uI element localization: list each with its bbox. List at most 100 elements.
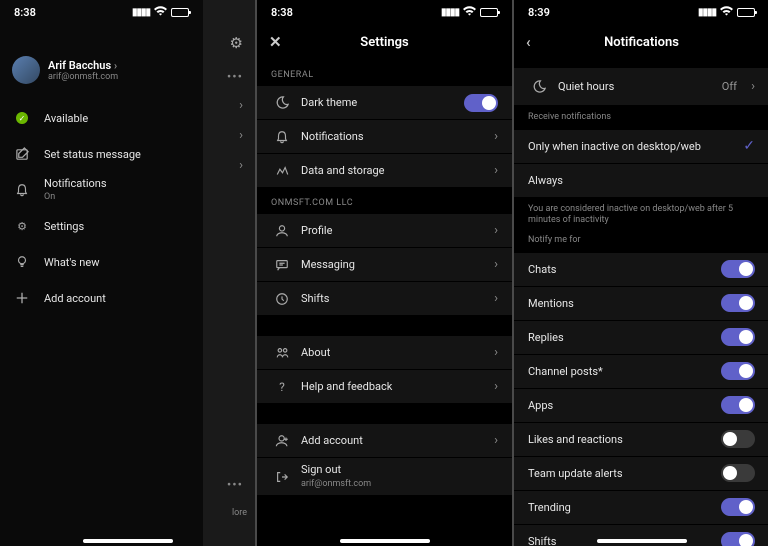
home-indicator[interactable] — [597, 539, 687, 543]
chevron-right-icon: › — [486, 257, 498, 272]
row-label: Add account — [293, 434, 486, 447]
signal-icon: ▮▮▮▮ — [441, 7, 459, 18]
settings-row-data-storage[interactable]: Data and storage › — [257, 154, 512, 188]
option-label: Always — [528, 174, 755, 187]
sidebar-item-label: Notifications — [44, 177, 107, 190]
edit-icon — [14, 146, 30, 162]
toggle[interactable] — [721, 294, 755, 312]
settings-row-shifts[interactable]: Shifts › — [257, 282, 512, 316]
toggle[interactable] — [721, 532, 755, 546]
settings-row-add-account[interactable]: Add account › — [257, 424, 512, 458]
settings-row-about[interactable]: About › — [257, 336, 512, 370]
clock: 8:38 — [271, 6, 293, 19]
section-header-general: GENERAL — [257, 60, 512, 86]
data-icon — [271, 164, 293, 178]
chevron-right-icon: › — [486, 163, 498, 178]
option-inactive-only[interactable]: Only when inactive on desktop/web ✓ — [514, 130, 768, 164]
battery-icon — [737, 8, 755, 17]
battery-icon — [480, 8, 498, 17]
avatar — [12, 56, 40, 84]
shifts-icon — [271, 292, 293, 306]
toggle[interactable] — [721, 498, 755, 516]
settings-row-messaging[interactable]: Messaging › — [257, 248, 512, 282]
moon-icon — [528, 79, 550, 94]
background-chat-list: ⚙ ••• › › › ••• lore — [203, 0, 255, 546]
chat-icon — [271, 258, 293, 272]
bell-icon — [14, 182, 30, 198]
home-indicator[interactable] — [340, 539, 430, 543]
check-icon: ✓ — [741, 138, 755, 154]
section-header-org: ONMSFT.COM LLC — [257, 188, 512, 214]
home-indicator[interactable] — [83, 539, 173, 543]
gear-icon[interactable]: ⚙ — [230, 34, 243, 52]
sidebar-item-status-message[interactable]: Set status message — [0, 136, 203, 172]
more-label: lore — [232, 508, 247, 518]
toggle[interactable] — [721, 362, 755, 380]
wifi-icon — [463, 6, 476, 19]
toggle[interactable] — [721, 396, 755, 414]
settings-row-profile[interactable]: Profile › — [257, 214, 512, 248]
row-label: Profile — [293, 224, 486, 237]
row-label: About — [293, 346, 486, 359]
row-label: Messaging — [293, 258, 486, 271]
bell-icon — [271, 130, 293, 144]
chevron-right-icon: › — [486, 223, 498, 238]
back-button[interactable]: ‹ — [526, 33, 531, 51]
row-quiet-hours[interactable]: Quiet hours Off › — [514, 68, 768, 106]
more-dots-icon[interactable]: ••• — [227, 70, 243, 85]
sidebar-item-notifications[interactable]: Notifications On — [0, 172, 203, 208]
toggle-row-chats[interactable]: Chats — [514, 253, 768, 287]
wifi-icon — [720, 6, 733, 19]
gear-icon: ⚙ — [14, 218, 30, 234]
row-label: Help and feedback — [293, 380, 486, 393]
signal-icon: ▮▮▮▮ — [698, 7, 716, 18]
section-header-notify: Notify me for — [514, 233, 768, 253]
titlebar: ‹ Notifications — [514, 24, 768, 60]
toggle-row-trending[interactable]: Trending — [514, 491, 768, 525]
row-label: Mentions — [528, 297, 721, 310]
row-label: Dark theme — [293, 96, 464, 109]
row-label: Replies — [528, 331, 721, 344]
titlebar: ✕ Settings — [257, 24, 512, 60]
moon-icon — [271, 95, 293, 110]
signout-icon — [271, 470, 293, 484]
settings-row-sign-out[interactable]: Sign out arif@onmsft.com — [257, 458, 512, 496]
settings-row-help[interactable]: ? Help and feedback › — [257, 370, 512, 404]
profile-header[interactable]: Arif Bacchus › arif@onmsft.com — [0, 24, 203, 100]
status-bar: 8:38 ▮▮▮▮ — [257, 0, 512, 24]
sidebar-item-label: What's new — [44, 256, 99, 269]
toggle-row-mentions[interactable]: Mentions — [514, 287, 768, 321]
toggle-row-likes-and-reactions[interactable]: Likes and reactions — [514, 423, 768, 457]
more-dots-icon[interactable]: ••• — [227, 478, 243, 493]
toggle[interactable] — [721, 464, 755, 482]
settings-row-dark-theme[interactable]: Dark theme — [257, 86, 512, 120]
sidebar-item-whatsnew[interactable]: What's new — [0, 244, 203, 280]
sidebar-item-label: Set status message — [44, 148, 141, 161]
toggle-row-apps[interactable]: Apps — [514, 389, 768, 423]
settings-row-notifications[interactable]: Notifications › — [257, 120, 512, 154]
row-label: Apps — [528, 399, 721, 412]
sidebar-item-status[interactable]: ✓ Available — [0, 100, 203, 136]
toggle-row-channel-posts-[interactable]: Channel posts* — [514, 355, 768, 389]
page-title: Settings — [360, 35, 408, 50]
sidebar-item-label: Available — [44, 112, 88, 125]
toggle[interactable] — [721, 260, 755, 278]
status-bar: 8:38 ▮▮▮▮ — [0, 0, 203, 24]
battery-icon — [171, 8, 189, 17]
chevron-right-icon: › — [239, 128, 243, 143]
chevron-right-icon: › — [486, 291, 498, 306]
option-always[interactable]: Always — [514, 164, 768, 198]
row-label: Notifications — [293, 130, 486, 143]
row-label: Chats — [528, 263, 721, 276]
sidebar-item-sublabel: On — [44, 192, 55, 202]
sidebar-item-add-account[interactable]: Add account — [0, 280, 203, 316]
toggle-row-team-update-alerts[interactable]: Team update alerts — [514, 457, 768, 491]
sidebar-item-settings[interactable]: ⚙ Settings — [0, 208, 203, 244]
toggle[interactable] — [721, 430, 755, 448]
toggle-row-replies[interactable]: Replies — [514, 321, 768, 355]
toggle-dark-theme[interactable] — [464, 94, 498, 112]
page-title: Notifications — [604, 35, 679, 50]
toggle[interactable] — [721, 328, 755, 346]
row-label: Likes and reactions — [528, 433, 721, 446]
close-button[interactable]: ✕ — [269, 33, 282, 51]
